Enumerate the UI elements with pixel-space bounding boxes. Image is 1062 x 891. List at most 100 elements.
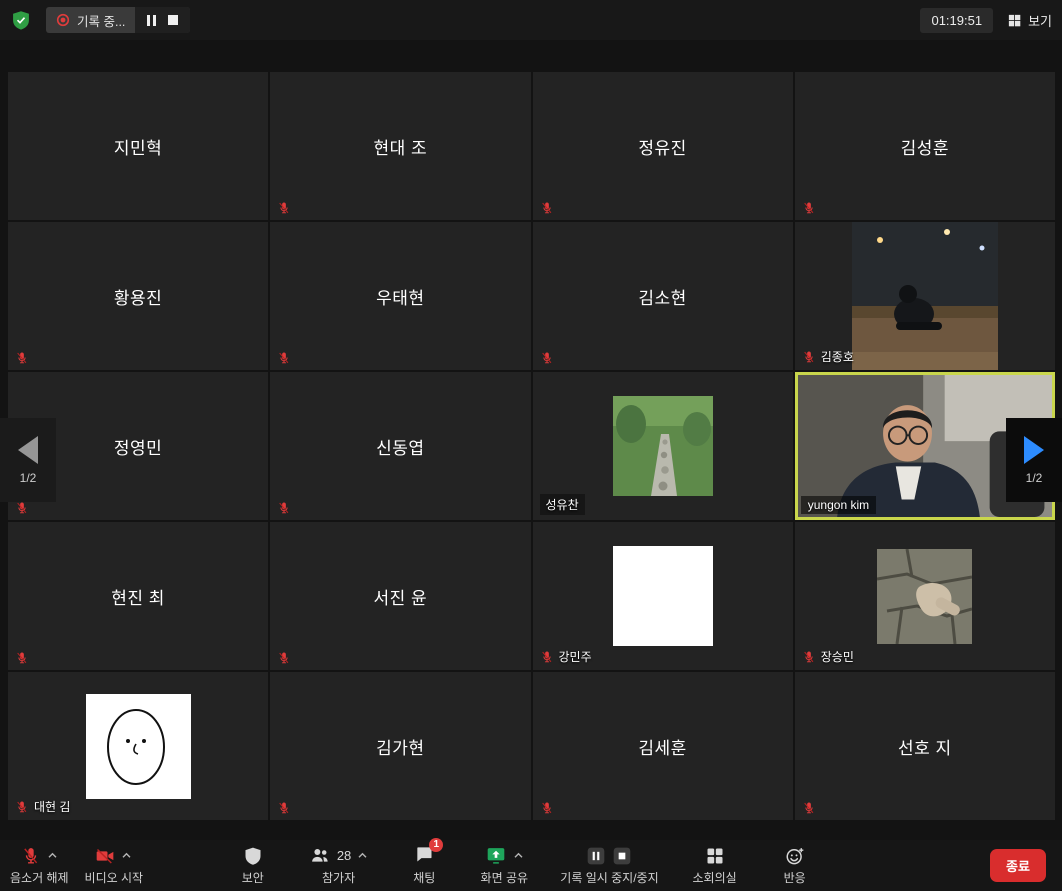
page-indicator: 1/2 (20, 471, 37, 485)
participant-name: 현진 최 (111, 584, 165, 609)
participant-tile[interactable]: 김가현 (270, 672, 530, 820)
participant-tile[interactable]: 서진 윤 (270, 522, 530, 670)
view-label: 보기 (1028, 11, 1052, 30)
record-label: 기록 일시 중지/중지 (560, 869, 658, 886)
security-button[interactable]: 보안 (229, 845, 277, 886)
participant-tile[interactable]: 지민혁 (8, 72, 268, 220)
meeting-toolbar: 음소거 해제 비디오 시작 보안 28 참가자 (0, 840, 1062, 891)
muted-mic-icon (277, 801, 291, 815)
muted-mic-icon (15, 351, 29, 365)
recording-indicator: 기록 중... (46, 7, 190, 33)
shield-icon (243, 846, 263, 866)
participant-name: 정유진 (638, 134, 686, 159)
participant-tile[interactable]: 장승민 (795, 522, 1055, 670)
chat-label: 채팅 (413, 869, 435, 886)
pause-recording-button[interactable] (147, 15, 156, 26)
participant-video (852, 222, 998, 370)
record-dot-icon (56, 13, 70, 27)
participant-tile[interactable]: 신동엽 (270, 372, 530, 520)
participant-tile[interactable]: 김종호 (795, 222, 1055, 370)
participant-name: 지민혁 (114, 134, 162, 159)
muted-mic-icon (540, 801, 554, 815)
security-shield-button[interactable] (10, 9, 32, 31)
chat-button[interactable]: 1 채팅 (400, 845, 448, 886)
participant-tile[interactable]: 황용진 (8, 222, 268, 370)
muted-mic-icon (15, 501, 29, 515)
participant-name: 황용진 (114, 284, 162, 309)
participant-tile[interactable]: 김소현 (533, 222, 793, 370)
participant-name: yungon kim (808, 498, 869, 512)
participant-name: 김소현 (638, 284, 686, 309)
participant-photo (86, 694, 191, 799)
participant-tile[interactable]: 강민주 (533, 522, 793, 670)
breakout-rooms-label: 소회의실 (693, 869, 737, 886)
shield-check-icon (11, 10, 31, 30)
chevron-up-icon[interactable] (513, 852, 524, 859)
chevron-up-icon[interactable] (121, 852, 132, 859)
unmute-button[interactable]: 음소거 해제 (10, 845, 69, 886)
participant-name: 우태현 (376, 284, 424, 309)
reactions-label: 반응 (784, 869, 806, 886)
pause-recording-icon[interactable] (586, 846, 606, 866)
participant-photo (613, 546, 713, 646)
muted-mic-icon (540, 351, 554, 365)
next-page-button[interactable]: 1/2 (1006, 418, 1062, 502)
recording-label: 기록 중... (77, 11, 125, 30)
muted-mic-icon (802, 201, 816, 215)
video-grid: 지민혁 현대 조 정유진 김성훈 황용진 우태현 김소현 김종호 정영민 (8, 72, 1055, 820)
participant-tile[interactable]: 정유진 (533, 72, 793, 220)
muted-mic-icon (15, 800, 29, 814)
participant-tile[interactable]: 성유찬 (533, 372, 793, 520)
participant-name: 김가현 (376, 734, 424, 759)
participant-name: 정영민 (114, 434, 162, 459)
participant-name: 서진 윤 (374, 584, 428, 609)
participants-icon (309, 845, 331, 866)
page-next-icon (1024, 436, 1044, 464)
page-indicator: 1/2 (1026, 471, 1043, 485)
reactions-icon (785, 846, 805, 866)
meeting-timer: 01:19:51 (920, 8, 993, 33)
muted-mic-icon (277, 501, 291, 515)
participant-name: 장승민 (821, 648, 854, 665)
muted-camera-icon (95, 846, 115, 866)
muted-mic-icon (802, 801, 816, 815)
stop-recording-icon[interactable] (612, 846, 632, 866)
stop-recording-button[interactable] (168, 15, 178, 25)
muted-mic-icon (802, 350, 816, 364)
previous-page-button[interactable]: 1/2 (0, 418, 56, 502)
participant-name: 신동엽 (376, 434, 424, 459)
muted-mic-icon (21, 846, 41, 866)
share-screen-button[interactable]: 화면 공유 (480, 845, 528, 886)
unmute-label: 음소거 해제 (10, 869, 69, 886)
reactions-button[interactable]: 반응 (771, 845, 819, 886)
participant-tile[interactable]: 김세훈 (533, 672, 793, 820)
participant-tile[interactable]: 김성훈 (795, 72, 1055, 220)
top-bar: 기록 중... 01:19:51 보기 (0, 0, 1062, 40)
participant-tile[interactable]: 대현 김 (8, 672, 268, 820)
participants-button[interactable]: 28 참가자 (309, 845, 368, 886)
chevron-up-icon[interactable] (357, 852, 368, 859)
participant-name: 선호 지 (898, 734, 952, 759)
chevron-up-icon[interactable] (47, 852, 58, 859)
participant-tile[interactable]: 선호 지 (795, 672, 1055, 820)
start-video-label: 비디오 시작 (85, 869, 144, 886)
participant-tile[interactable]: 현진 최 (8, 522, 268, 670)
muted-mic-icon (277, 351, 291, 365)
participant-name: 김세훈 (638, 734, 686, 759)
record-pause-stop-button[interactable]: 기록 일시 중지/중지 (560, 845, 658, 886)
chat-badge: 1 (429, 838, 443, 852)
participant-name: 성유찬 (546, 496, 579, 513)
page-prev-icon (18, 436, 38, 464)
participant-photo (613, 396, 713, 496)
participant-name: 강민주 (559, 648, 592, 665)
start-video-button[interactable]: 비디오 시작 (85, 845, 144, 886)
participant-name: 김성훈 (901, 134, 949, 159)
view-button[interactable]: 보기 (1007, 11, 1052, 30)
muted-mic-icon (540, 650, 554, 664)
end-meeting-button[interactable]: 종료 (990, 849, 1046, 882)
participant-tile[interactable]: 현대 조 (270, 72, 530, 220)
muted-mic-icon (277, 651, 291, 665)
breakout-rooms-button[interactable]: 소회의실 (691, 845, 739, 886)
grid-view-icon (1007, 13, 1022, 28)
participant-tile[interactable]: 우태현 (270, 222, 530, 370)
